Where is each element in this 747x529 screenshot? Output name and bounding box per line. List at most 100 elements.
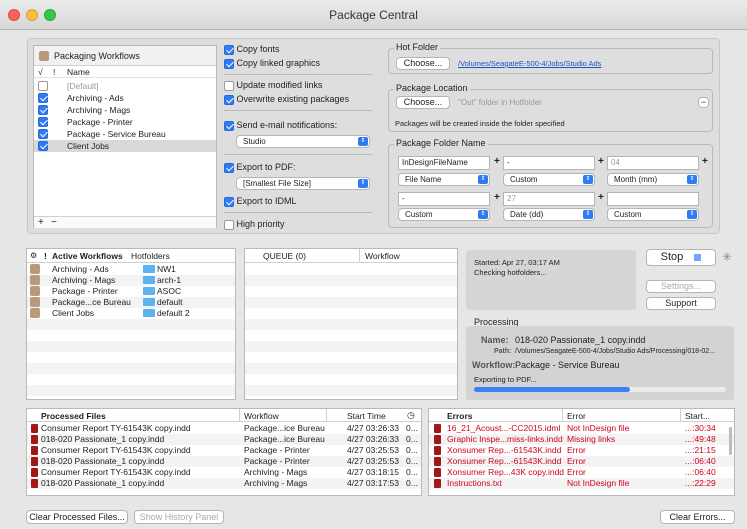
column-hotfolders[interactable]: Hotfolders [131,251,170,261]
export-pdf-checkbox[interactable] [224,162,234,173]
hot-folder-path-link[interactable]: /Volumes/SeagateE-500-4/Jobs/Studio Ads [458,59,601,68]
folder-name-field-2[interactable]: - [503,156,595,170]
high-priority-checkbox[interactable] [224,219,234,230]
error-row[interactable]: Instructions.txt Not InDesign file ...:22:… [429,478,734,489]
send-email-checkbox[interactable] [224,120,234,131]
column-processed-files[interactable]: Processed Files [41,411,106,421]
clear-errors-button[interactable]: Clear Errors... [660,510,735,524]
workflow-enabled-checkbox[interactable] [38,93,48,103]
export-pdf-option[interactable]: Export to PDF: [224,162,296,173]
remove-workflow-button[interactable]: − [51,217,57,228]
active-workflow-row[interactable] [27,385,235,396]
workflow-enabled-checkbox[interactable] [38,129,48,139]
processed-row[interactable]: 018-020 Passionate_1 copy.indd Archiving … [27,478,421,489]
folder-name-select-4[interactable]: Custom ⇕ [398,208,490,221]
package-location-choose-button[interactable]: Choose... [396,96,450,109]
folder-name-field-6[interactable] [607,192,699,206]
folder-name-select-3[interactable]: Month (mm) ⇕ [607,173,699,186]
processed-row[interactable]: Consumer Report TY-61543K copy.indd Packa… [27,445,421,456]
column-queue[interactable]: QUEUE (0) [263,251,306,261]
error-row[interactable]: Graphic Inspe...miss-links.indd Missing l… [429,434,734,445]
high-priority-option[interactable]: High priority [224,219,285,230]
export-idml-option[interactable]: Export to IDML [224,196,297,207]
error-row[interactable]: Xonsumer Rep...43K copy.indd Error ...:06:… [429,467,734,478]
send-email-option[interactable]: Send e-mail notifications: [224,120,337,131]
folder-name-field-4[interactable]: - [398,192,490,206]
package-location-remove-button[interactable]: − [698,97,709,108]
workflow-enabled-checkbox[interactable] [38,141,48,151]
active-workflow-row[interactable]: Client Jobs default 2 [27,308,235,319]
folder-name-select-1[interactable]: File Name ⇕ [398,173,490,186]
processed-row[interactable]: Consumer Report TY-61543K copy.indd Packa… [27,423,421,434]
column-start-time[interactable]: Start Time [347,411,386,421]
overwrite-option[interactable]: Overwrite existing packages [224,94,349,105]
copy-fonts-option[interactable]: Copy fonts [224,44,280,55]
update-links-checkbox[interactable] [224,80,234,91]
workflow-row[interactable]: Archiving - Mags [34,104,216,116]
workflow-row[interactable]: [Default] [34,80,216,92]
show-history-button[interactable]: Show History Panel [134,510,224,524]
column-error[interactable]: Error [567,411,586,421]
processing-box: Name: 018-020 Passionate_1 copy.indd Pat… [466,326,734,400]
copy-linked-checkbox[interactable] [224,58,234,69]
column-start[interactable]: Start... [685,411,710,421]
add-workflow-button[interactable]: + [38,217,44,228]
folder-name-select-2[interactable]: Custom ⇕ [503,173,595,186]
column-errors[interactable]: Errors [447,411,473,421]
hot-folder-choose-button[interactable]: Choose... [396,57,450,70]
pdf-preset-select[interactable]: [Smallest File Size] ⇕ [236,177,370,190]
workflow-enabled-checkbox[interactable] [38,117,48,127]
queue-row [245,286,457,297]
active-workflow-row[interactable]: Package...ce Bureau default [27,297,235,308]
workflow-row[interactable]: Archiving - Ads [34,92,216,104]
workflow-row[interactable]: Client Jobs [34,140,216,152]
processed-row[interactable]: 018-020 Passionate_1 copy.indd Package - … [27,456,421,467]
settings-button[interactable]: Settings... [646,280,716,293]
folder-name-field-3[interactable]: 04 [607,156,699,170]
active-workflow-row[interactable]: Archiving - Mags arch-1 [27,275,235,286]
column-name[interactable]: Name [67,67,90,77]
export-idml-checkbox[interactable] [224,196,234,207]
error-file: Xonsumer Rep...-61543K.indd [447,445,562,455]
workflow-enabled-checkbox[interactable] [38,105,48,115]
workflow-row[interactable]: Package - Service Bureau [34,128,216,140]
clock-icon[interactable]: ◷ [407,410,415,421]
overwrite-checkbox[interactable] [224,94,234,105]
workflow-row[interactable]: Package - Printer [34,116,216,128]
column-priority[interactable]: ! [44,251,47,261]
active-workflow-row[interactable] [27,330,235,341]
error-row[interactable]: 16_21_Acoust...-CC2015.idml Not InDesign … [429,423,734,434]
active-workflow-row[interactable]: Archiving - Ads NW1 [27,264,235,275]
processed-row[interactable]: 018-020 Passionate_1 copy.indd Package...… [27,434,421,445]
support-button[interactable]: Support [646,297,716,310]
active-workflow-row[interactable] [27,374,235,385]
column-priority[interactable]: ! [53,67,55,77]
folder-name-select-5[interactable]: Date (dd) ⇕ [503,208,595,221]
queue-table: QUEUE (0) Workflow [244,248,458,400]
scrollbar-thumb[interactable] [729,427,732,455]
column-workflow[interactable]: Workflow [365,251,400,261]
stop-button[interactable]: Stop [646,249,716,266]
update-links-option[interactable]: Update modified links [224,80,323,91]
column-check[interactable]: √ [38,67,43,77]
folder-name-select-6[interactable]: Custom ⇕ [607,208,699,221]
error-row[interactable]: Xonsumer Rep...-61543K.indd Error ...:06:4… [429,456,734,467]
active-workflow-row[interactable] [27,341,235,352]
email-select[interactable]: Studio ⇕ [236,135,370,148]
workflow-name: Package - Service Bureau [67,129,166,139]
workflow-enabled-checkbox[interactable] [38,81,48,91]
active-workflow-row[interactable] [27,363,235,374]
processed-row[interactable]: Consumer Report TY-61543K copy.indd Archi… [27,467,421,478]
folder-name-field-5[interactable]: 27 [503,192,595,206]
gear-icon[interactable]: ⚙ [30,251,37,260]
copy-linked-option[interactable]: Copy linked graphics [224,58,320,69]
folder-name-field-1[interactable]: InDesignFileName [398,156,490,170]
active-workflow-row[interactable]: Package - Printer ASOC [27,286,235,297]
active-workflow-row[interactable] [27,319,235,330]
error-row[interactable]: Xonsumer Rep...-61543K.indd Error ...:21:1… [429,445,734,456]
copy-fonts-checkbox[interactable] [224,44,234,55]
column-active-workflows[interactable]: Active Workflows [52,251,123,261]
column-workflow[interactable]: Workflow [244,411,279,421]
active-workflow-row[interactable] [27,352,235,363]
clear-processed-button[interactable]: Clear Processed Files... [26,510,128,524]
